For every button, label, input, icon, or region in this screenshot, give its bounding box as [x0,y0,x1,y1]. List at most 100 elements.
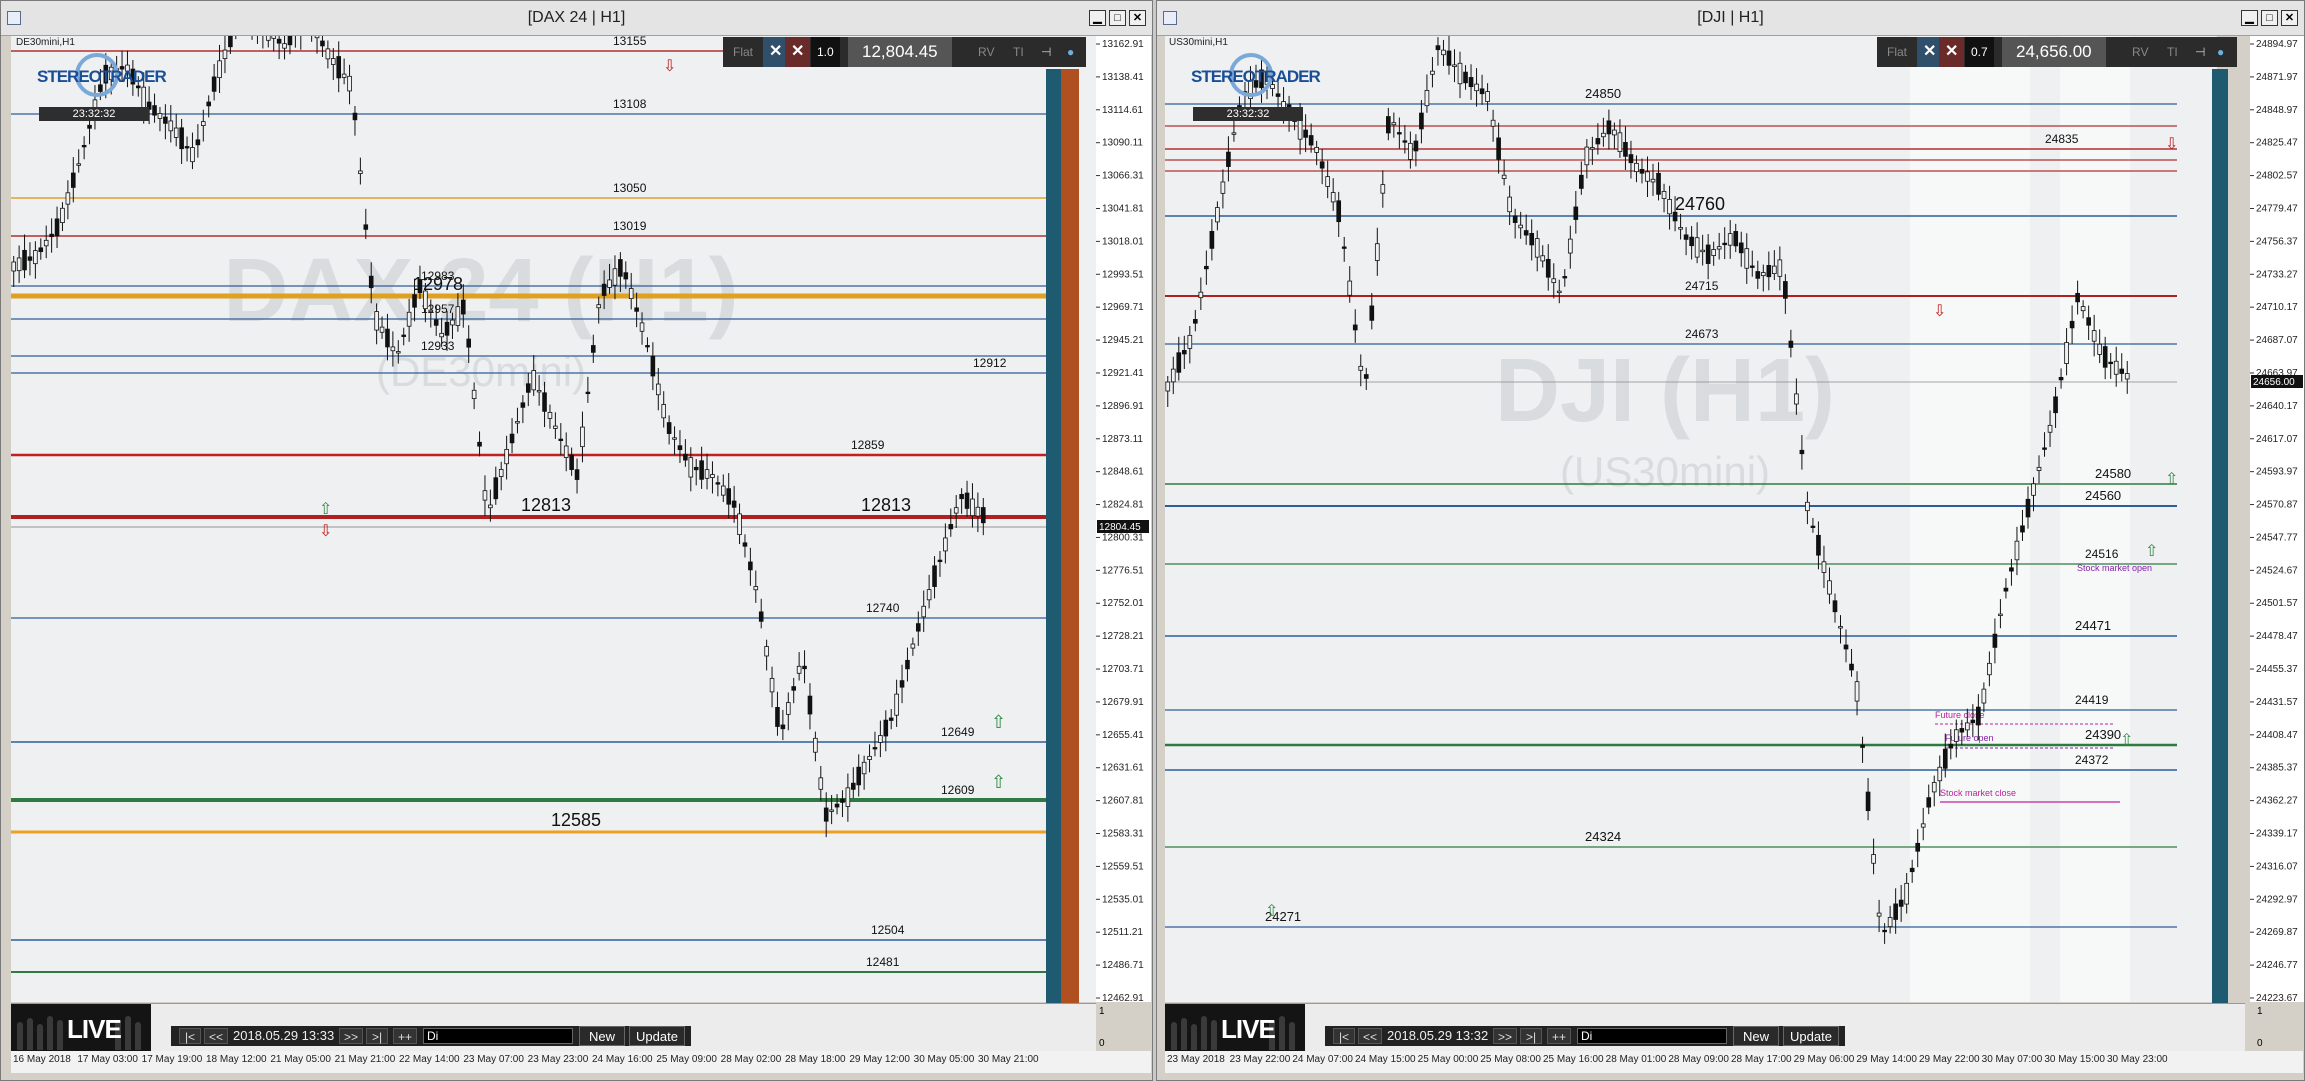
zoom-button[interactable]: ++ [1547,1028,1571,1044]
dji-candle [1788,340,1794,348]
watermark-title: DAX 24 (H1) [223,241,738,341]
dji-candle [1942,748,1948,769]
first-bar-button[interactable]: |< [179,1028,201,1044]
command-input[interactable] [423,1028,573,1044]
settings-toggle-icon[interactable]: ● [2217,37,2224,67]
pin-icon[interactable]: ⊣ [2195,37,2205,67]
level-label-24419: 24419 [2075,693,2109,707]
close-button[interactable]: ✕ [2281,10,2298,26]
dax-candle [525,383,531,393]
dji-candle [1408,142,1413,160]
command-input[interactable] [1577,1028,1727,1044]
dji-candle [1529,232,1535,246]
dji-candle [1865,791,1871,812]
dax-candle [672,437,677,440]
lot-size-field[interactable]: 1.0 [811,37,840,67]
price-chart-area[interactable]: DAX 24 (H1) (DE30mini) 13155 13108 13050 1301… [11,36,1096,1002]
dji-candle [1496,137,1501,160]
time-tick-label: 29 May 12:00 [849,1054,910,1065]
dax-candle [731,500,737,508]
dax-candle [22,249,27,271]
lot-size-field[interactable]: 0.7 [1965,37,1994,67]
dji-candle [1181,350,1187,355]
window-title-bar[interactable]: [DAX 24 | H1] ▁ □ ✕ [1,1,1152,36]
update-button[interactable]: Update [629,1026,685,1046]
dji-candle [2108,361,2114,365]
rv-button[interactable]: RV [978,37,994,67]
new-button[interactable]: New [1733,1026,1779,1046]
time-tick-label: 23 May 2018 [1167,1054,1225,1065]
ti-button[interactable]: TI [1013,37,1024,67]
time-tick-label: 30 May 07:00 [1981,1054,2043,1065]
up-arrow-icon: ⇧ [1265,903,1278,920]
level-label-12813: 12813 [521,495,571,515]
prev-button[interactable]: << [1358,1028,1382,1044]
dji-candle [2119,368,2125,374]
dji-candle [1926,797,1932,808]
last-bar-button[interactable]: >| [1520,1028,1542,1044]
time-tick-label: 25 May 08:00 [1480,1054,1541,1065]
dax-candle [168,120,174,132]
settings-toggle-icon[interactable]: ● [1067,37,1074,67]
minimize-button[interactable]: ▁ [1089,10,1106,26]
prev-button[interactable]: << [204,1028,228,1044]
dax-candle [450,319,455,326]
dax-candle [926,589,932,601]
minimize-button[interactable]: ▁ [2241,10,2258,26]
nav-date[interactable]: 2018.05.29 13:33 [233,1027,334,1045]
rv-button[interactable]: RV [2132,37,2148,67]
first-bar-button[interactable]: |< [1333,1028,1355,1044]
dax-candle [433,319,439,326]
dji-candle [1204,265,1209,270]
dax-candle [775,707,780,727]
dji-candle [1678,227,1683,230]
next-button[interactable]: >> [339,1028,363,1044]
dji-candle [1551,278,1557,283]
dax-candle [807,695,813,715]
time-tick-label: 21 May 21:00 [334,1054,396,1065]
candlestick-chart[interactable]: DJI (H1) (US30mini) 24850 24835 24760 24715 24… [1165,36,2217,1002]
candlestick-chart[interactable]: DAX 24 (H1) (DE30mini) 13155 13108 13050 1301… [11,36,1096,1002]
last-bar-button[interactable]: >| [366,1028,388,1044]
dax-candle [932,565,937,587]
price-tick-label: 12993.51 [1102,269,1144,280]
ti-button[interactable]: TI [2167,37,2178,67]
flat-button[interactable]: Flat [733,37,753,67]
flat-button[interactable]: Flat [1887,37,1907,67]
dji-candle [1992,633,1998,648]
maximize-button[interactable]: □ [1109,10,1126,26]
dji-candle [1308,135,1314,146]
window-title-bar[interactable]: [DJI | H1] ▁ □ ✕ [1157,1,2304,36]
dax-candle [276,38,282,44]
nav-date[interactable]: 2018.05.29 13:32 [1387,1027,1488,1045]
close-button[interactable]: ✕ [1129,10,1146,26]
dji-candle [1998,613,2003,616]
new-button[interactable]: New [579,1026,625,1046]
price-chart-area[interactable]: DJI (H1) (US30mini) 24850 24835 24760 24715 24… [1165,36,2217,1002]
price-tick-label: 24316.07 [2256,861,2298,872]
next-button[interactable]: >> [1493,1028,1517,1044]
dji-candle [1628,154,1634,164]
dax-candle [265,36,271,41]
dji-candle [1590,147,1595,150]
time-tick-label: 17 May 03:00 [77,1054,138,1065]
dax-candle [217,60,222,79]
dax-candle [76,163,82,166]
cancel-orders-button[interactable]: ✕ [1939,37,1965,67]
dji-candle [1931,782,1937,793]
dax-candle [964,492,970,509]
cancel-orders-button[interactable]: ✕ [785,37,811,67]
dax-candle [542,392,547,412]
indicator-axis-1: 1 [2257,1006,2263,1017]
dax-candle [390,346,396,352]
dax-candle [574,469,580,480]
dax-candle [764,646,769,657]
pin-icon[interactable]: ⊣ [1041,37,1051,67]
dax-candle [921,605,927,618]
time-tick-label: 28 May 01:00 [1605,1054,1667,1065]
maximize-button[interactable]: □ [2261,10,2278,26]
time-tick-label: 28 May 18:00 [785,1054,846,1065]
update-button[interactable]: Update [1783,1026,1839,1046]
dax-candle [385,328,390,348]
zoom-button[interactable]: ++ [393,1028,417,1044]
